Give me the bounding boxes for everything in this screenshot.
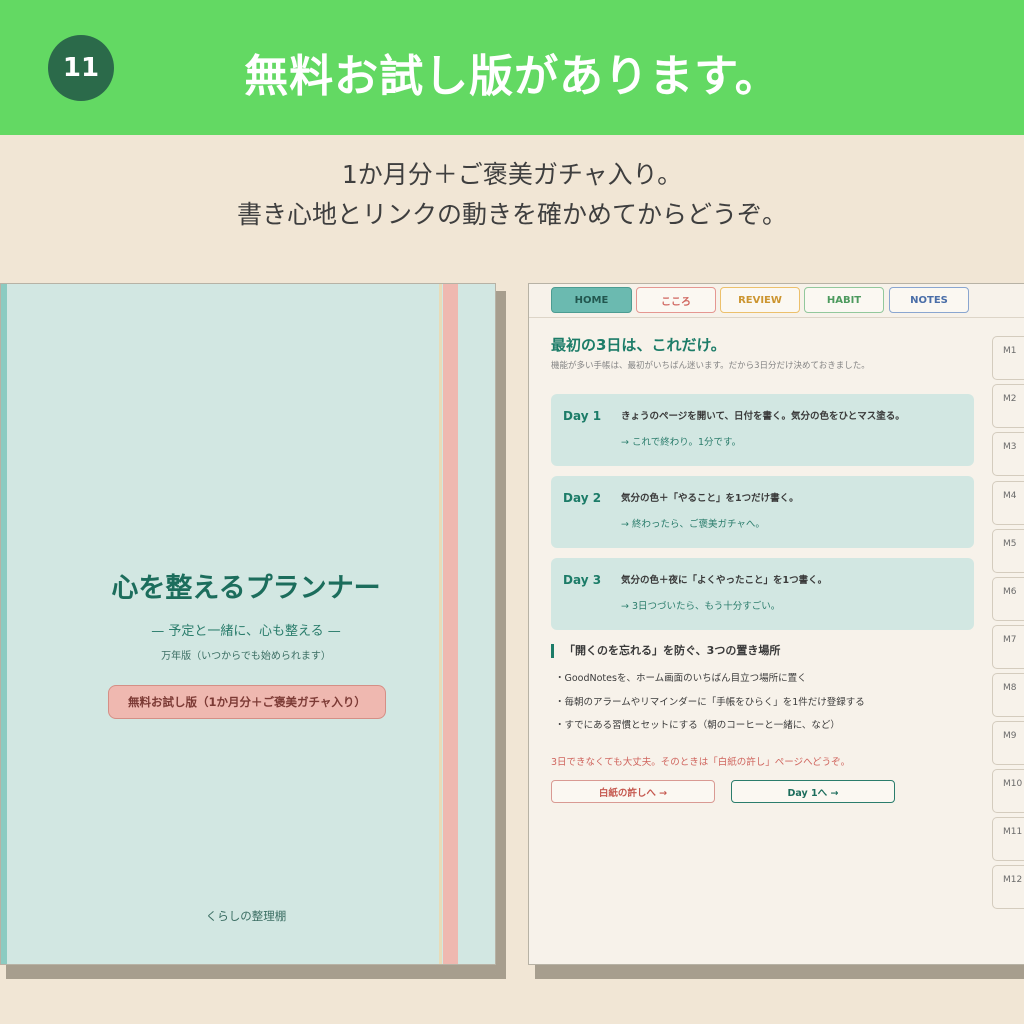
day-instruction: きょうのページを開いて、日付を書く。気分の色をひとマス塗る。 (621, 411, 905, 422)
cover-spine (1, 284, 7, 964)
tab-notes[interactable]: NOTES (889, 287, 969, 313)
cover-edition: 万年版（いつからでも始められます） (161, 651, 331, 662)
month-tab-m8[interactable]: M8 (992, 673, 1024, 717)
month-tab-m7[interactable]: M7 (992, 625, 1024, 669)
tab-habit[interactable]: HABIT (804, 287, 884, 313)
day-note: → これで終わり。1分です。 (621, 437, 742, 448)
list-item: ・GoodNotesを、ホーム画面のいちばん目立つ場所に置く (555, 673, 807, 684)
day-instruction: 気分の色＋「やること」を1つだけ書く。 (621, 493, 799, 504)
month-tab-m9[interactable]: M9 (992, 721, 1024, 765)
blank-forgiveness-button[interactable]: 白紙の許しへ → (551, 780, 715, 803)
list-item: ・すでにある習慣とセットにする（朝のコーヒーと一緒に、など） (555, 720, 840, 731)
month-tab-m4[interactable]: M4 (992, 481, 1024, 525)
tab-review[interactable]: REVIEW (720, 287, 800, 313)
planner-navbar: HOME こころ REVIEW HABIT NOTES (529, 284, 1024, 318)
day-instruction: 気分の色＋夜に「よくやったこと」を1つ書く。 (621, 575, 828, 586)
day-note: → 終わったら、ご褒美ガチャへ。 (621, 519, 765, 530)
cover-title: 心を整えるプランナー (111, 573, 381, 604)
month-tab-m2[interactable]: M2 (992, 384, 1024, 428)
cover-author: くらしの整理棚 (205, 909, 287, 923)
month-tab-m3[interactable]: M3 (992, 432, 1024, 476)
month-tab-m1[interactable]: M1 (992, 336, 1024, 380)
month-tab-m10[interactable]: M10 (992, 769, 1024, 813)
day-card-3: Day 3 気分の色＋夜に「よくやったこと」を1つ書く。 → 3日つづいたら、も… (551, 558, 974, 630)
day-card-1: Day 1 きょうのページを開いて、日付を書く。気分の色をひとマス塗る。 → こ… (551, 394, 974, 466)
month-tab-m12[interactable]: M12 (992, 865, 1024, 909)
month-tab-m5[interactable]: M5 (992, 529, 1024, 573)
tab-kokoro[interactable]: こころ (636, 287, 716, 313)
day-label: Day 1 (563, 409, 602, 423)
day-card-2: Day 2 気分の色＋「やること」を1つだけ書く。 → 終わったら、ご褒美ガチャ… (551, 476, 974, 548)
reassurance-note: 3日できなくても大丈夫。そのときは「白紙の許し」ページへどうぞ。 (551, 757, 851, 768)
planner-cover: 心を整えるプランナー — 予定と一緒に、心も整える — 万年版（いつからでも始め… (0, 283, 496, 965)
planner-home-page: HOME こころ REVIEW HABIT NOTES 最初の3日は、これだけ。… (528, 283, 1024, 965)
month-tab-m6[interactable]: M6 (992, 577, 1024, 621)
day-note: → 3日つづいたら、もう十分すごい。 (621, 601, 781, 612)
cover-tagline: — 予定と一緒に、心も整える — (151, 624, 341, 639)
month-tab-m11[interactable]: M11 (992, 817, 1024, 861)
page-title: 最初の3日は、これだけ。 (551, 336, 726, 354)
banner-title: 無料お試し版があります。 (244, 51, 780, 102)
header-banner: 11 無料お試し版があります。 (0, 0, 1024, 135)
day-label: Day 3 (563, 573, 602, 587)
day1-button[interactable]: Day 1へ → (731, 780, 895, 803)
subtitle-line-1: 1か月分＋ご褒美ガチャ入り。 (341, 160, 683, 189)
day-label: Day 2 (563, 491, 602, 505)
page-subtitle: 機能が多い手帳は、最初がいちばん迷います。だから3日分だけ決めておきました。 (551, 361, 870, 371)
list-item: ・毎朝のアラームやリマインダーに「手帳をひらく」を1件だけ登録する (555, 697, 865, 708)
trial-version-label: 無料お試し版（1か月分＋ご褒美ガチャ入り） (108, 685, 386, 719)
tab-home[interactable]: HOME (551, 287, 632, 313)
section-heading: 「開くのを忘れる」を防ぐ、3つの置き場所 (551, 644, 780, 658)
subtitle-line-2: 書き心地とリンクの動きを確かめてからどうぞ。 (236, 200, 787, 229)
